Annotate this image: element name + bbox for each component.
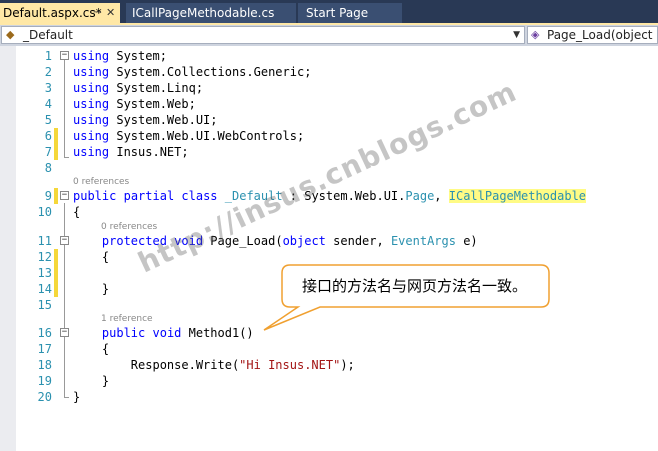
code-text: { — [73, 205, 81, 219]
close-icon[interactable]: ✕ — [106, 3, 115, 23]
code-text: using Insus.NET; — [73, 145, 189, 159]
code-line: 18 Response.Write("Hi Insus.NET"); — [0, 357, 658, 373]
change-marker — [54, 281, 58, 297]
code-text: using System.Linq; — [73, 81, 204, 95]
code-line: 20 } — [0, 389, 658, 405]
line-number: 19 — [37, 374, 52, 388]
code-text: } — [73, 390, 81, 404]
code-text: Response.Write("Hi Insus.NET"); — [73, 358, 355, 372]
tab-label: Default.aspx.cs* — [3, 6, 102, 20]
tab-default-aspx-cs[interactable]: Default.aspx.cs* ⊸ ✕ — [0, 3, 120, 23]
code-line: 5 using System.Web.UI; — [0, 112, 658, 128]
method-icon: ◈ — [531, 28, 540, 41]
chevron-down-icon[interactable]: ▼ — [513, 27, 520, 43]
document-tab-strip: Default.aspx.cs* ⊸ ✕ ICallPageMethodable… — [0, 0, 658, 23]
code-text: public void Method1() — [101, 326, 254, 340]
code-line: 13 — [0, 265, 658, 281]
code-text: { — [101, 342, 110, 356]
tab-start-page[interactable]: Start Page — [298, 3, 402, 23]
code-line: 1 − using System; — [0, 48, 658, 64]
line-number: 15 — [37, 298, 52, 312]
collapse-icon[interactable]: − — [60, 191, 69, 200]
line-number: 10 — [37, 205, 52, 219]
line-number: 5 — [44, 113, 52, 127]
code-line: 16 − public void Method1() — [0, 325, 658, 341]
line-number: 3 — [44, 81, 52, 95]
tab-label: Start Page — [306, 6, 369, 20]
line-number: 4 — [44, 97, 52, 111]
code-line: 3 using System.Linq; — [0, 80, 658, 96]
code-text: } — [101, 374, 110, 388]
line-number: 16 — [37, 326, 52, 340]
code-text: using System.Collections.Generic; — [73, 65, 312, 79]
code-line: 2 using System.Collections.Generic; — [0, 64, 658, 80]
collapse-icon[interactable]: − — [60, 328, 69, 337]
code-line: 6 using System.Web.UI.WebControls; — [0, 128, 658, 144]
code-editor[interactable]: 1 − using System; 2 using System.Collect… — [0, 46, 658, 451]
change-marker — [54, 265, 58, 281]
member-dropdown[interactable]: ◈ Page_Load(object sen — [527, 26, 658, 44]
line-number: 1 — [44, 49, 52, 63]
tab-label: ICallPageMethodable.cs — [132, 6, 275, 20]
line-number: 20 — [37, 390, 52, 404]
code-text: protected void Page_Load(object sender, … — [101, 234, 478, 248]
code-text: using System.Web.UI.WebControls; — [73, 129, 305, 143]
member-dropdown-value: Page_Load(object sen — [547, 28, 657, 42]
code-line: 14 } — [0, 281, 658, 297]
class-icon: ◆ — [6, 28, 15, 41]
code-line: 19 } — [0, 373, 658, 389]
line-number: 18 — [37, 358, 52, 372]
change-marker — [54, 249, 58, 265]
change-marker — [54, 144, 58, 160]
line-number: 6 — [44, 129, 52, 143]
line-number: 14 — [37, 282, 52, 296]
code-text: using System.Web; — [73, 97, 196, 111]
collapse-icon[interactable]: − — [60, 51, 69, 60]
line-number: 11 — [37, 234, 52, 248]
code-text: { — [101, 250, 110, 264]
code-line: 10 { — [0, 204, 658, 220]
class-dropdown[interactable]: ◆ _Default ▼ — [1, 26, 525, 44]
collapse-icon[interactable]: − — [60, 236, 69, 245]
code-line: 12 { — [0, 249, 658, 265]
class-dropdown-value: _Default — [23, 28, 73, 42]
line-number: 2 — [44, 65, 52, 79]
code-text: } — [101, 282, 110, 296]
code-text: using System; — [73, 49, 167, 63]
line-number: 12 — [37, 250, 52, 264]
code-line: 11 − protected void Page_Load(object sen… — [0, 233, 658, 249]
pin-icon[interactable]: ⊸ — [93, 3, 101, 23]
line-number: 9 — [44, 189, 52, 203]
code-text: using System.Web.UI; — [73, 113, 218, 127]
code-line: 15 — [0, 297, 658, 313]
line-number: 8 — [44, 161, 52, 175]
line-number: 7 — [44, 145, 52, 159]
navigation-bar: ◆ _Default ▼ ◈ Page_Load(object sen — [0, 25, 658, 46]
change-marker — [54, 188, 58, 204]
change-marker — [54, 128, 58, 144]
code-line: 4 using System.Web; — [0, 96, 658, 112]
line-number: 17 — [37, 342, 52, 356]
line-number: 13 — [37, 266, 52, 280]
code-line: 17 { — [0, 341, 658, 357]
tab-icallpagemethodable-cs[interactable]: ICallPageMethodable.cs — [126, 3, 296, 23]
